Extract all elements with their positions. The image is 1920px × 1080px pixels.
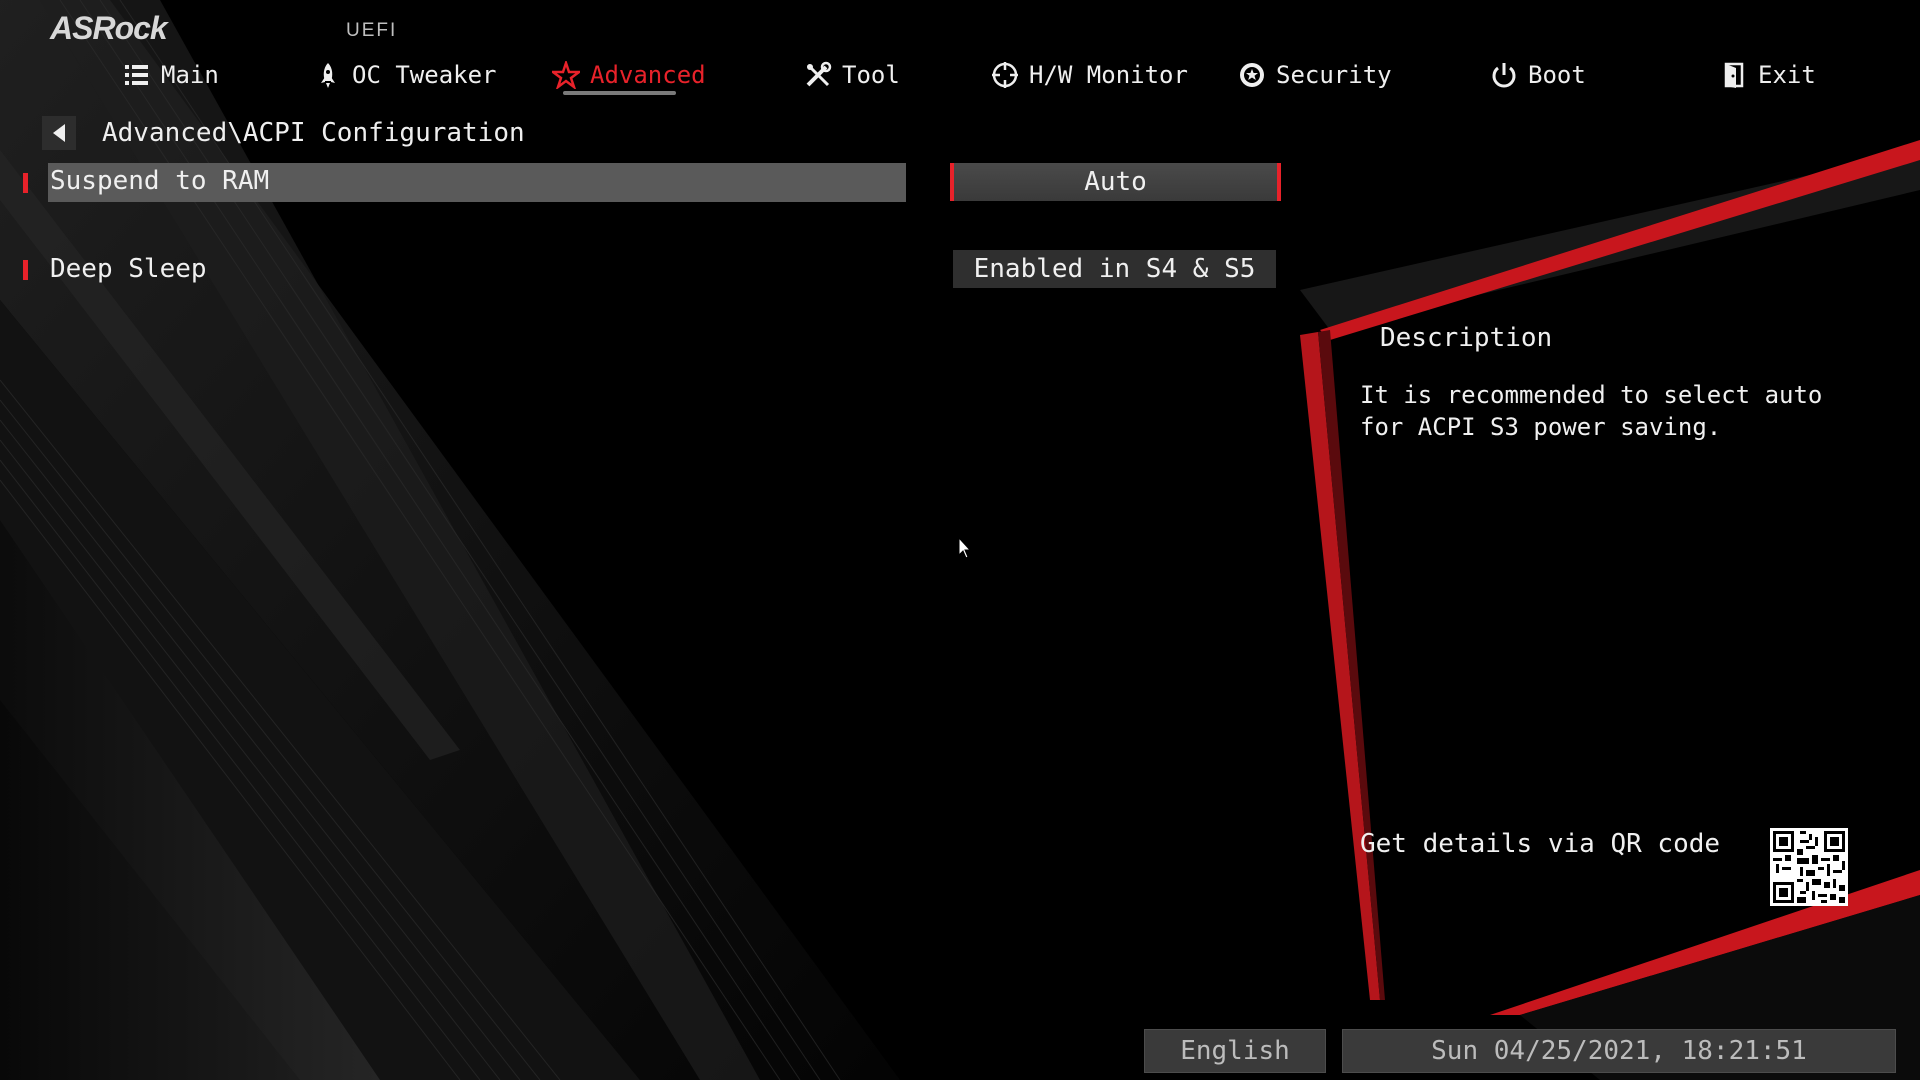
setting-row-suspend-to-ram[interactable]: Suspend to RAM	[48, 163, 906, 202]
suspend-to-ram-value[interactable]: Auto	[950, 163, 1281, 201]
tab-hw-monitor[interactable]: H/W Monitor	[991, 58, 1188, 92]
back-button[interactable]	[42, 116, 76, 150]
tab-oc-tweaker[interactable]: OC Tweaker	[314, 58, 497, 92]
list-icon	[125, 65, 148, 85]
star-icon	[552, 61, 580, 89]
qr-code-label: Get details via QR code	[1360, 829, 1721, 859]
shield-icon	[1240, 63, 1264, 87]
tab-security[interactable]: Security	[1238, 58, 1392, 92]
deep-sleep-value[interactable]: Enabled in S4 & S5	[953, 250, 1276, 288]
active-tab-indicator	[563, 91, 676, 95]
tab-hw-monitor-label: H/W Monitor	[1029, 61, 1188, 89]
setting-label-suspend-to-ram: Suspend to RAM	[50, 166, 270, 196]
qr-code-image	[1770, 828, 1848, 906]
exit-door-icon	[1724, 62, 1744, 88]
tab-main[interactable]: Main	[123, 58, 219, 92]
tab-advanced-label: Advanced	[590, 61, 706, 89]
asrock-logo: ASRock	[50, 10, 168, 46]
item-marker	[23, 173, 28, 193]
datetime-display: Sun 04/25/2021, 18:21:51	[1342, 1029, 1896, 1073]
tab-advanced[interactable]: Advanced	[552, 58, 706, 92]
tab-tool-label: Tool	[842, 61, 900, 89]
tab-boot[interactable]: Boot	[1490, 58, 1586, 92]
power-icon	[1492, 63, 1516, 88]
uefi-label: UEFI	[346, 20, 398, 41]
description-text: It is recommended to select auto for ACP…	[1360, 381, 1823, 441]
tab-tool[interactable]: Tool	[804, 58, 900, 92]
crosshair-icon	[992, 62, 1018, 88]
item-marker	[23, 260, 28, 280]
tab-exit-label: Exit	[1758, 61, 1816, 89]
tools-icon	[806, 61, 832, 87]
tab-security-label: Security	[1276, 61, 1392, 89]
tab-boot-label: Boot	[1528, 61, 1586, 89]
tab-main-label: Main	[161, 61, 219, 89]
back-arrow-icon	[53, 124, 65, 142]
setting-label-deep-sleep[interactable]: Deep Sleep	[50, 254, 207, 284]
description-title: Description	[1380, 323, 1553, 353]
language-button[interactable]: English	[1144, 1029, 1326, 1073]
breadcrumb: Advanced\ACPI Configuration	[102, 118, 525, 148]
rocket-icon	[321, 63, 335, 88]
tab-oc-tweaker-label: OC Tweaker	[352, 61, 497, 89]
mouse-pointer-icon	[958, 536, 972, 563]
tab-exit[interactable]: Exit	[1720, 58, 1816, 92]
